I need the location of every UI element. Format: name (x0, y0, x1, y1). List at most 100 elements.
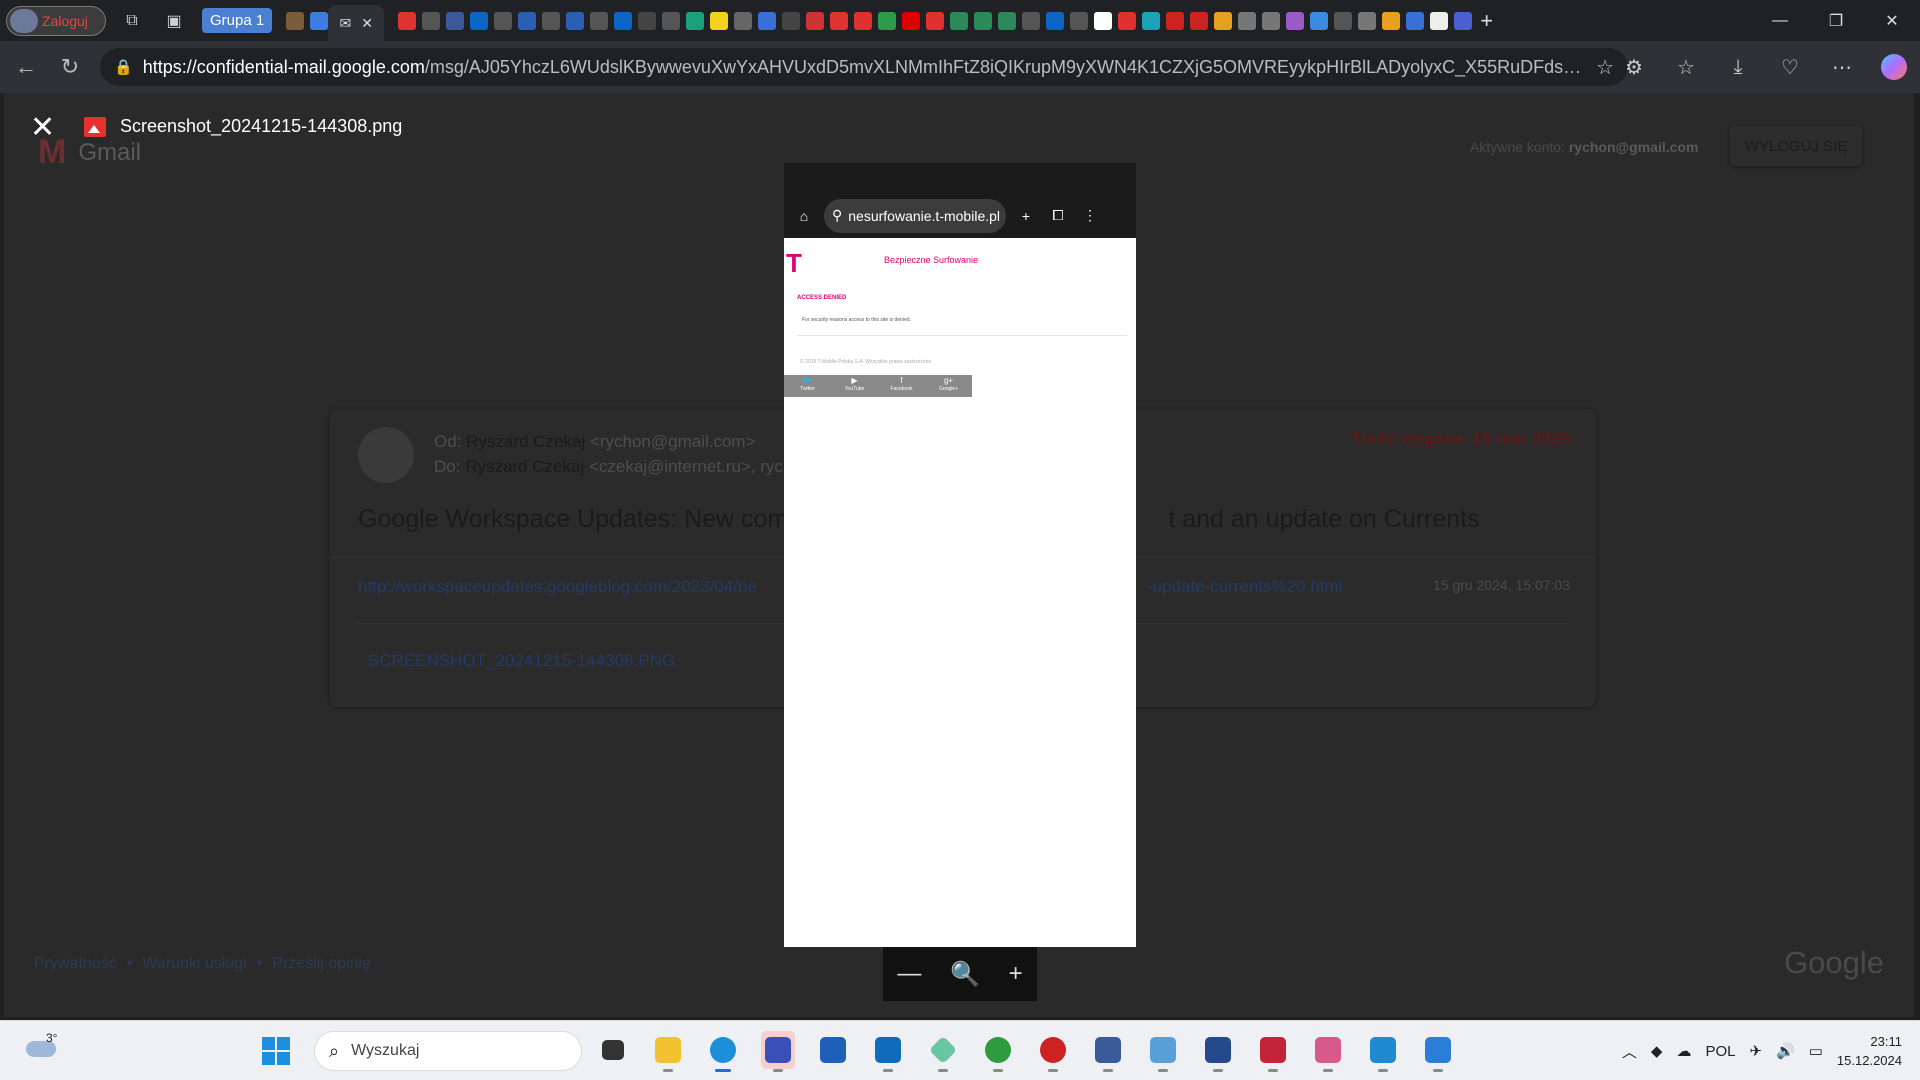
tab-favicon[interactable] (1214, 11, 1233, 30)
logout-button[interactable]: WYLOGUJ SIĘ (1730, 126, 1862, 166)
tab-favicon[interactable] (1094, 11, 1113, 30)
zoom-out-icon[interactable]: — (897, 960, 921, 988)
tab-favicon[interactable] (286, 11, 305, 30)
tab-favicon[interactable] (1166, 11, 1185, 30)
tab-favicon[interactable] (1238, 11, 1257, 30)
tab-favicon[interactable] (1142, 11, 1161, 30)
app-button[interactable] (1256, 1031, 1290, 1072)
lock-icon[interactable]: 🔒 (114, 58, 133, 76)
back-icon[interactable]: ← (4, 49, 48, 85)
outlook-button[interactable] (871, 1031, 905, 1072)
reload-icon[interactable]: ↻ (48, 49, 92, 85)
weather-widget[interactable]: 3° (22, 1031, 62, 1063)
zoom-in-icon[interactable]: + (1009, 960, 1023, 988)
tab-favicon[interactable] (710, 11, 729, 30)
tab-favicon[interactable] (1382, 11, 1401, 30)
favorites-icon[interactable]: ☆ (1660, 55, 1712, 80)
tab-favicon[interactable] (614, 11, 633, 30)
tab-favicon[interactable] (1310, 11, 1329, 30)
taskbar-search[interactable]: ⌕ Wyszukaj (314, 1031, 582, 1071)
app-button[interactable] (1036, 1031, 1070, 1072)
new-tab-button[interactable]: + (1480, 8, 1493, 34)
close-window-icon[interactable]: ✕ (1864, 0, 1920, 41)
tab-favicon[interactable] (1286, 11, 1305, 30)
tab-favicon[interactable] (782, 11, 801, 30)
vscode-button[interactable] (1366, 1031, 1400, 1072)
tab-actions-icon[interactable]: ▣ (158, 5, 190, 37)
tab-favicon[interactable] (878, 11, 897, 30)
app-button[interactable] (1091, 1031, 1125, 1072)
snipping-tool-button[interactable] (1311, 1031, 1345, 1072)
downloads-icon[interactable]: ⤓ (1712, 56, 1764, 79)
app-button[interactable] (926, 1031, 960, 1072)
privacy-link[interactable]: Prywatność (34, 955, 117, 973)
restore-icon[interactable]: ❐ (1808, 0, 1864, 41)
tab-favicon[interactable] (310, 11, 329, 30)
tab-favicon[interactable] (662, 11, 681, 30)
tab-favicon[interactable] (590, 11, 609, 30)
start-button[interactable] (262, 1037, 290, 1065)
tray-overflow-icon[interactable]: ︿ (1622, 1041, 1637, 1062)
virtualbox-button[interactable] (1201, 1031, 1235, 1072)
close-viewer-icon[interactable]: ✕ (30, 113, 55, 143)
tab-favicon[interactable] (1118, 11, 1137, 30)
tab-favicon[interactable] (1022, 11, 1041, 30)
extensions-icon[interactable]: ⚙ (1608, 55, 1660, 80)
tab-favicon[interactable] (974, 11, 993, 30)
tab-favicon[interactable] (446, 11, 465, 30)
store-button[interactable] (816, 1031, 850, 1069)
link-right[interactable]: -update-currents%20.html (1147, 577, 1343, 596)
tab-favicon[interactable] (1334, 11, 1353, 30)
language-indicator[interactable]: POL (1705, 1043, 1735, 1060)
tab-favicon[interactable] (1358, 11, 1377, 30)
clock[interactable]: 23:11 15.12.2024 (1837, 1032, 1902, 1070)
app-button[interactable] (1421, 1031, 1455, 1072)
app-button[interactable] (1146, 1031, 1180, 1072)
task-view-button[interactable] (596, 1031, 630, 1069)
battery-icon[interactable]: ▭ (1809, 1042, 1823, 1060)
tab-favicon[interactable] (1454, 11, 1473, 30)
tab-favicon[interactable] (1070, 11, 1089, 30)
tab-favicon[interactable] (830, 11, 849, 30)
active-tab[interactable]: ✉ ✕ (328, 5, 385, 41)
tab-favicon[interactable] (470, 11, 489, 30)
onedrive-icon[interactable]: ☁ (1676, 1042, 1691, 1060)
tab-favicon[interactable] (542, 11, 561, 30)
tab-favicon[interactable] (566, 11, 585, 30)
tab-favicon[interactable] (1262, 11, 1281, 30)
more-menu-icon[interactable]: ⋯ (1816, 55, 1868, 80)
copilot-icon[interactable] (1881, 54, 1907, 80)
terms-link[interactable]: Warunki usługi (142, 955, 246, 973)
tab-favicon[interactable] (902, 11, 921, 30)
tab-favicon[interactable] (638, 11, 657, 30)
tab-favicon[interactable] (494, 11, 513, 30)
attachment-link[interactable]: SCREENSHOT_20241215-144308.PNG (368, 651, 675, 671)
feedback-link[interactable]: Prześlij opinię (272, 955, 371, 973)
dropbox-icon[interactable]: ◆ (1651, 1042, 1663, 1060)
edge-button[interactable] (706, 1031, 740, 1072)
zoom-reset-icon[interactable]: 🔍 (950, 960, 980, 989)
tab-favicon[interactable] (950, 11, 969, 30)
tab-favicon[interactable] (1406, 11, 1425, 30)
tab-favicon[interactable] (518, 11, 537, 30)
profile-button[interactable]: Zaloguj (6, 5, 106, 36)
airplane-mode-icon[interactable]: ✈ (1749, 1042, 1762, 1060)
tab-favicon[interactable] (926, 11, 945, 30)
tab-group-label[interactable]: Grupa 1 (202, 8, 273, 33)
volume-icon[interactable]: 🔊 (1776, 1042, 1795, 1060)
tab-favicon[interactable] (1046, 11, 1065, 30)
tab-favicon[interactable] (806, 11, 825, 30)
minimize-icon[interactable]: — (1752, 0, 1808, 41)
address-bar[interactable]: 🔒 https://confidential-mail.google.com/m… (100, 48, 1628, 86)
tab-favicon[interactable] (398, 11, 417, 30)
file-explorer-button[interactable] (651, 1031, 685, 1072)
browser-essentials-icon[interactable]: ♡ (1764, 55, 1816, 80)
tab-favicon[interactable] (998, 11, 1017, 30)
tab-favicon[interactable] (1190, 11, 1209, 30)
tab-favicon[interactable] (686, 11, 705, 30)
tab-favicon[interactable] (734, 11, 753, 30)
tab-favicon[interactable] (854, 11, 873, 30)
link-left[interactable]: http://workspaceupdates.googleblog.com/2… (358, 577, 757, 596)
app-button[interactable] (981, 1031, 1015, 1072)
tab-favicon[interactable] (1430, 11, 1449, 30)
